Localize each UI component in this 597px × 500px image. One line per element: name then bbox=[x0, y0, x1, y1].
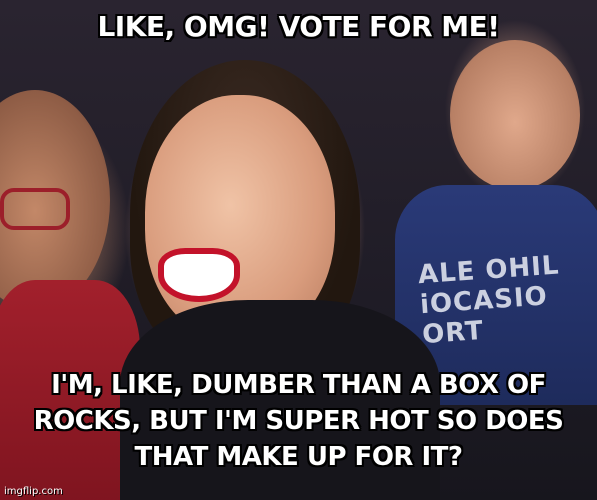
glasses bbox=[0, 188, 70, 230]
shirt-print: ALE OHIL iOCASIO ORT bbox=[417, 250, 573, 350]
imgflip-watermark: imgflip.com bbox=[4, 486, 63, 497]
background-person-right bbox=[450, 40, 580, 190]
top-caption: LIKE, OMG! VOTE FOR ME! bbox=[97, 10, 500, 43]
bottom-caption: I'M, LIKE, DUMBER THAN A BOX OF ROCKS, B… bbox=[33, 370, 564, 472]
meme-image: ALE OHIL iOCASIO ORT LIKE, OMG! VOTE FOR… bbox=[0, 0, 597, 500]
laughing-mouth bbox=[158, 248, 240, 302]
